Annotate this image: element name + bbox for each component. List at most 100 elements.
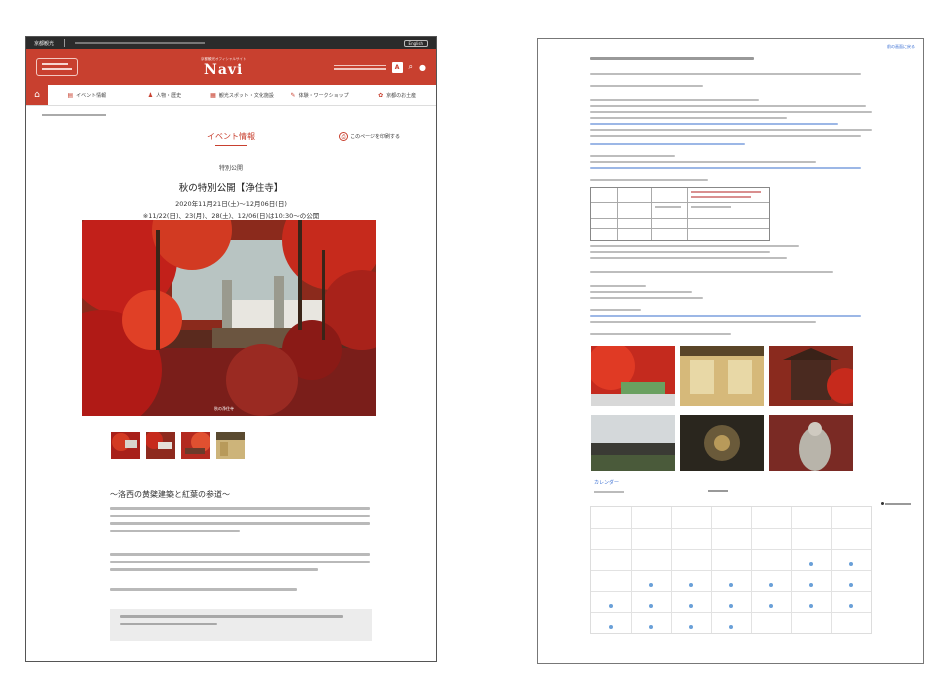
calendar-row-line [591, 591, 871, 592]
info-block-8 [590, 271, 872, 277]
event-main-photo: 秋の浄住寺 [82, 220, 376, 416]
calendar-event-dot[interactable] [609, 603, 613, 608]
header-note [333, 64, 386, 70]
calendar-event-dot[interactable] [649, 582, 653, 587]
nav-item-souvenir[interactable]: ✿ 京都のお土産 [358, 92, 436, 99]
event-date-note: ※11/22(日)、23(月)、28(土)、12/06(日)は10:30〜の公開 [142, 212, 320, 220]
calendar-event-dot[interactable] [729, 624, 733, 629]
photo-caption: 秋の浄住寺 [214, 406, 234, 411]
person-icon: ♟ [147, 91, 154, 99]
thumbnail-1[interactable] [111, 432, 140, 459]
fee-table [590, 187, 770, 241]
calendar-event-dot[interactable] [649, 603, 653, 608]
autumn-temple-image [82, 220, 376, 416]
site-header: 京都観光オフィシャルサイト Navi A ⌕ ● [26, 49, 436, 85]
calendar-event-dot[interactable] [849, 582, 853, 587]
calendar-event-dot[interactable] [769, 582, 773, 587]
event-category: 特別公開 [218, 165, 243, 172]
calendar-grid [590, 506, 872, 634]
gallery-photo-5[interactable] [680, 415, 764, 475]
event-subheading: 〜洛西の黄檗建築と紅葉の参道〜 [110, 490, 230, 499]
event-section-header: イベント情報 ⎙ このページを印刷する [26, 129, 436, 151]
nav-item-label: イベント情報 [76, 92, 107, 99]
calendar-event-dot[interactable] [769, 603, 773, 608]
top-bar: 京都観光 English [26, 37, 436, 49]
description-paragraph-1 [110, 507, 370, 537]
topbar-divider [64, 39, 66, 47]
gallery-photo-6[interactable] [769, 415, 853, 475]
gift-icon: ✿ [378, 91, 384, 99]
calendar-event-dot[interactable] [809, 582, 813, 587]
accessibility-icon[interactable]: A [391, 61, 403, 73]
gallery-photo-2[interactable] [680, 346, 764, 406]
info-block-5 [590, 155, 872, 173]
calendar-event-dot[interactable] [609, 624, 613, 629]
logo-title: Navi [204, 62, 244, 78]
nav-item-label: 体験・ワークショップ [298, 92, 349, 99]
gallery-photo-3[interactable] [769, 346, 853, 406]
info-block-3 [590, 99, 872, 141]
nav-item-label: 人物・歴史 [156, 92, 182, 99]
calendar-event-dot[interactable] [689, 603, 693, 608]
event-page-screenshot: 京都観光 English 京都観光オフィシャルサイト Navi A ⌕ ● ⌂ … [25, 36, 437, 662]
back-link[interactable]: 前の画面に戻る [538, 39, 923, 50]
calendar-event-dot[interactable] [729, 603, 733, 608]
grid-icon: ▦ [210, 91, 216, 99]
calendar-event-dot[interactable] [729, 582, 733, 587]
calendar-event-dot[interactable] [689, 624, 693, 629]
calendar-legend [880, 501, 911, 506]
header-left-button[interactable] [36, 57, 78, 77]
calendar-event-dot[interactable] [849, 603, 853, 608]
calendar-event-dot[interactable] [809, 603, 813, 608]
description-paragraph-3 [110, 588, 370, 596]
pencil-icon: ✎ [290, 91, 296, 99]
calendar-row-line [591, 528, 871, 529]
gallery-caption [590, 333, 872, 339]
nav-item-experience[interactable]: ✎ 体験・ワークショップ [281, 92, 359, 99]
calendar-event-dot[interactable] [649, 624, 653, 629]
notice-box [110, 609, 372, 641]
calendar-row-line [591, 612, 871, 613]
nav-item-spots[interactable]: ▦ 観光スポット・文化施設 [203, 92, 281, 99]
calendar-event-dot[interactable] [849, 561, 853, 566]
logo-subtitle: 京都観光オフィシャルサイト [201, 57, 247, 61]
header-right-tools: A ⌕ ● [333, 61, 426, 73]
calendar-event-dot[interactable] [689, 582, 693, 587]
photo-thumbnails [111, 432, 245, 459]
calendar-nav[interactable] [594, 491, 624, 493]
nav-item-label: 観光スポット・文化施設 [218, 92, 274, 99]
info-block-10 [590, 309, 872, 327]
info-block-7 [590, 245, 872, 263]
calendar-title: カレンダー [594, 480, 620, 486]
nav-item-events[interactable]: ▤ イベント情報 [48, 92, 126, 99]
thumbnail-2-selected[interactable] [146, 432, 175, 459]
description-paragraph-2 [110, 553, 370, 576]
home-icon[interactable]: ⌂ [26, 85, 48, 105]
info-block-6 [590, 179, 872, 185]
event-date: 2020年11月21日(土)〜12月06日(日) [175, 200, 287, 208]
calendar-event-dot[interactable] [809, 561, 813, 566]
main-nav: ⌂ ▤ イベント情報 ♟ 人物・歴史 ▦ 観光スポット・文化施設 ✎ 体験・ワー… [26, 85, 436, 106]
event-title: 秋の特別公開【浄住寺】 [178, 183, 284, 194]
page-heading-line [590, 57, 872, 64]
info-block-1 [590, 73, 872, 79]
calendar-row-line [591, 570, 871, 571]
gallery-photo-4[interactable] [591, 415, 675, 475]
print-label: このページを印刷する [350, 134, 400, 140]
thumbnail-4[interactable] [216, 432, 245, 459]
gallery-photo-1[interactable] [591, 346, 675, 406]
search-icon[interactable]: ⌕ [409, 62, 413, 72]
print-link[interactable]: ⎙ このページを印刷する [339, 132, 400, 141]
breadcrumb[interactable] [26, 106, 436, 123]
calendar-icon: ▤ [67, 91, 74, 99]
language-button[interactable]: English [403, 39, 428, 47]
info-block-4 [590, 143, 872, 149]
info-block-2 [590, 85, 872, 91]
site-logo[interactable]: 京都観光オフィシャルサイト Navi [201, 57, 246, 78]
nav-item-people[interactable]: ♟ 人物・歴史 [126, 92, 204, 99]
globe-icon[interactable]: ● [419, 63, 426, 72]
detail-page-screenshot: 前の画面に戻る カレンダー [537, 38, 924, 664]
thumbnail-3[interactable] [181, 432, 210, 459]
print-icon: ⎙ [339, 132, 349, 141]
calendar-month [708, 490, 728, 492]
